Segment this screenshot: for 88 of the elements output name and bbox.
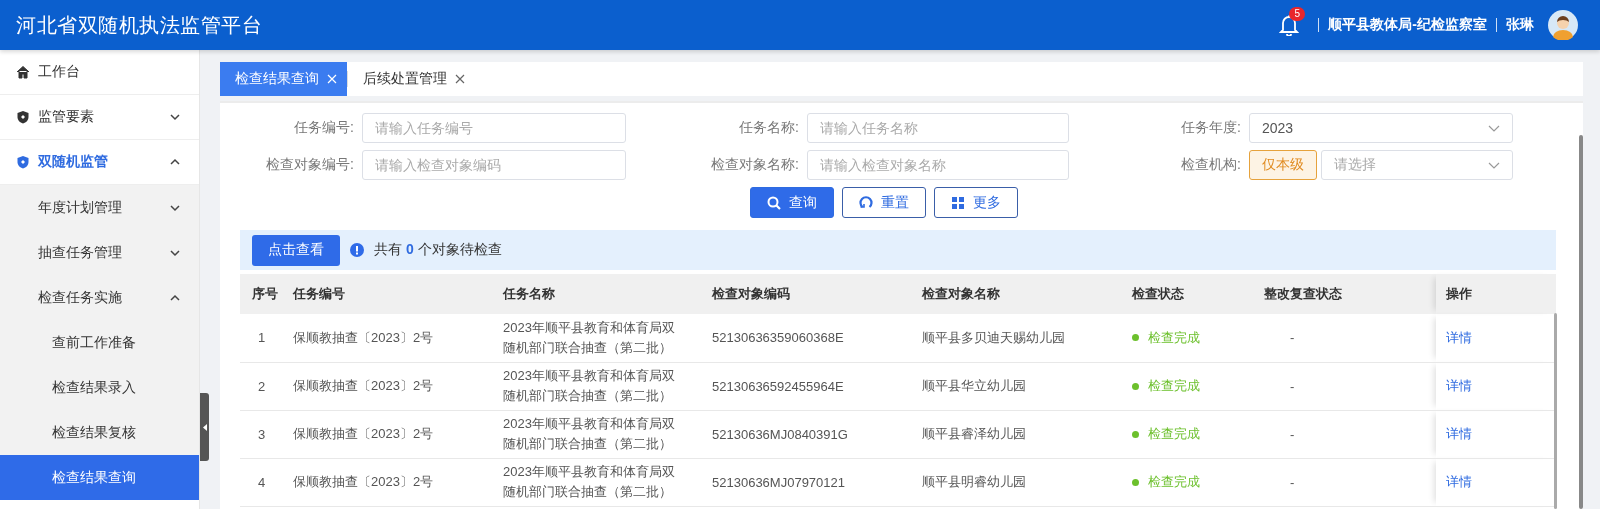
table-cell-text: 2023年顺平县教育和体育局双随机部门联合抽查（第二批） bbox=[503, 415, 676, 453]
user-name[interactable]: 张琳 bbox=[1506, 16, 1534, 34]
organization-name: 顺平县教体局-纪检监察室 bbox=[1328, 16, 1487, 34]
grid-icon bbox=[950, 195, 965, 210]
table-cell: - bbox=[1254, 362, 1436, 410]
button[interactable]: 更多 bbox=[933, 187, 1018, 218]
table-cell: 2 bbox=[240, 362, 283, 410]
table-cell: 52130636MJ07970121 bbox=[702, 458, 912, 506]
table-cell: 保顺教抽查〔2023〕2号 bbox=[283, 362, 493, 410]
notice-text: 共有 0 个对象待检查 bbox=[374, 241, 502, 259]
table-cell: 1 bbox=[240, 314, 283, 362]
table-cell: - bbox=[1254, 458, 1436, 506]
field-label: 检查对象编号: bbox=[265, 156, 355, 174]
app-title: 河北省双随机执法监管平台 bbox=[16, 12, 263, 38]
notification-badge: 5 bbox=[1289, 7, 1306, 21]
column-header: 整改复查状态 bbox=[1254, 274, 1436, 314]
select-field[interactable]: 2023 bbox=[1249, 113, 1513, 143]
table-cell: 52130636MJ0840391G bbox=[702, 410, 912, 458]
table-cell: 保顺教抽查〔2023〕2号 bbox=[283, 410, 493, 458]
collapse-handle[interactable] bbox=[200, 393, 209, 461]
menu-item[interactable]: 查前工作准备 bbox=[0, 320, 199, 365]
info-icon bbox=[350, 243, 364, 257]
chevron-down-icon bbox=[169, 247, 181, 258]
column-header: 任务编号 bbox=[283, 274, 493, 314]
shield-icon bbox=[16, 155, 30, 169]
scrollbar[interactable] bbox=[1554, 313, 1557, 509]
input-field[interactable]: 请输入任务名称 bbox=[807, 113, 1069, 143]
input-field[interactable]: 请输入检查对象编码 bbox=[362, 150, 626, 180]
column-header: 检查对象名称 bbox=[912, 274, 1122, 314]
chevron-down-icon bbox=[1488, 124, 1500, 132]
close-icon[interactable] bbox=[455, 74, 465, 84]
table-cell: 保顺教抽查〔2023〕2号 bbox=[283, 314, 493, 362]
chevron-down-icon bbox=[169, 112, 181, 122]
status-text: 检查完成 bbox=[1148, 328, 1200, 347]
table-cell-text: 2023年顺平县教育和体育局双随机部门联合抽查（第二批） bbox=[503, 367, 676, 405]
status-text: 检查完成 bbox=[1148, 377, 1200, 395]
status-text: 检查完成 bbox=[1148, 425, 1200, 443]
table-cell: 保顺教抽查〔2023〕2号 bbox=[283, 458, 493, 506]
scrollbar[interactable] bbox=[1579, 135, 1583, 509]
column-header: 操作 bbox=[1436, 274, 1556, 314]
table-cell: 顺平县睿泽幼儿园 bbox=[912, 410, 1122, 458]
field-label: 任务名称: bbox=[738, 119, 800, 137]
view-button[interactable]: 点击查看 bbox=[252, 234, 340, 266]
input-field[interactable]: 请输入任务编号 bbox=[362, 113, 626, 143]
menu-item[interactable]: 检查结果查询 bbox=[0, 455, 199, 500]
menu-item[interactable]: 检查任务实施 bbox=[0, 275, 199, 320]
table-cell-text: 2023年顺平县教育和体育局双随机部门联合抽查（第二批） bbox=[503, 318, 676, 357]
home-icon bbox=[16, 65, 30, 79]
search-icon bbox=[766, 195, 781, 210]
table-cell-text: 2023年顺平县教育和体育局双随机部门联合抽查（第二批） bbox=[503, 463, 676, 501]
avatar-icon[interactable] bbox=[1548, 10, 1578, 40]
column-header: 检查对象编码 bbox=[702, 274, 912, 314]
details-link[interactable]: 详情 bbox=[1446, 474, 1472, 489]
details-link[interactable]: 详情 bbox=[1446, 378, 1472, 393]
chevron-up-icon bbox=[169, 157, 181, 167]
chevron-down-icon bbox=[169, 202, 181, 213]
table-cell: 52130636592455964E bbox=[702, 362, 912, 410]
column-header: 序号 bbox=[240, 274, 283, 314]
table-cell: - bbox=[1254, 314, 1436, 362]
menu-item[interactable]: 抽查任务管理 bbox=[0, 230, 199, 275]
input-field[interactable]: 请输入检查对象名称 bbox=[807, 150, 1069, 180]
field-label: 检查对象名称: bbox=[710, 156, 800, 174]
field-label: 任务编号: bbox=[293, 119, 355, 137]
column-header: 检查状态 bbox=[1122, 274, 1254, 314]
table-cell: 3 bbox=[240, 410, 283, 458]
table-cell: 顺平县华立幼儿园 bbox=[912, 362, 1122, 410]
refresh-icon bbox=[858, 195, 873, 210]
tab[interactable]: 后续处置管理 bbox=[348, 62, 475, 96]
button[interactable]: 重置 bbox=[841, 187, 926, 218]
tab[interactable]: 检查结果查询 bbox=[220, 62, 347, 96]
table-cell: - bbox=[1254, 410, 1436, 458]
table-cell: 4 bbox=[240, 458, 283, 506]
field-label: 任务年度: bbox=[1180, 119, 1242, 137]
status-text: 检查完成 bbox=[1148, 473, 1200, 491]
table-cell: 顺平县明睿幼儿园 bbox=[912, 458, 1122, 506]
table-cell: 顺平县多贝迪天赐幼儿园 bbox=[912, 314, 1122, 362]
details-link[interactable]: 详情 bbox=[1446, 329, 1472, 345]
chevron-down-icon bbox=[1488, 161, 1500, 169]
button[interactable]: 查询 bbox=[749, 187, 834, 218]
shield-icon bbox=[16, 110, 30, 124]
menu-item[interactable]: 检查结果复核 bbox=[0, 410, 199, 455]
field-label: 检查机构: bbox=[1180, 156, 1242, 174]
column-header: 任务名称 bbox=[493, 274, 702, 314]
details-link[interactable]: 详情 bbox=[1446, 426, 1472, 441]
menu-item[interactable]: 年度计划管理 bbox=[0, 185, 199, 230]
table-cell: 52130636359060368E bbox=[702, 314, 912, 362]
chevron-up-icon bbox=[169, 292, 181, 303]
menu-item[interactable]: 检查结果录入 bbox=[0, 365, 199, 410]
